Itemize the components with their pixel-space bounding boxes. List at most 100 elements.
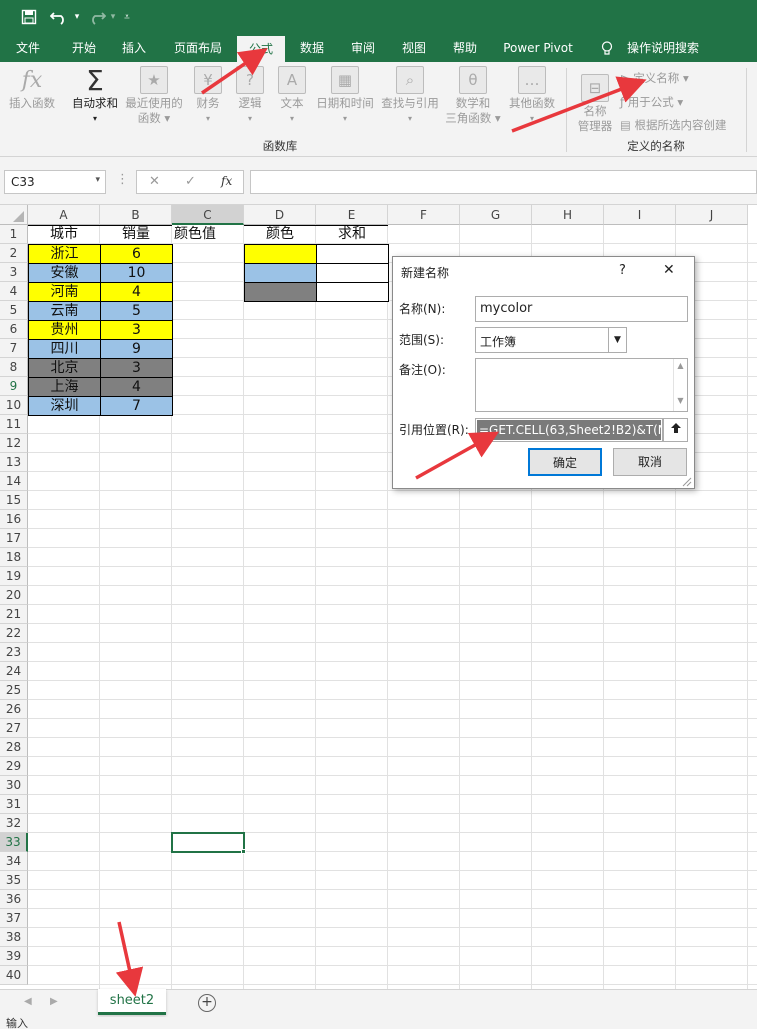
row-header-6[interactable]: 6: [0, 320, 28, 339]
row-header-40[interactable]: 40: [0, 966, 28, 985]
chevron-down-icon[interactable]: ▼: [608, 328, 626, 352]
cell-city[interactable]: 河南: [28, 282, 101, 302]
tab-formulas[interactable]: 公式: [237, 36, 285, 62]
row-header-13[interactable]: 13: [0, 453, 28, 472]
tab-insert[interactable]: 插入: [112, 34, 156, 62]
tab-power-pivot[interactable]: Power Pivot: [498, 34, 578, 62]
row-header-17[interactable]: 17: [0, 529, 28, 548]
cell-city[interactable]: 深圳: [28, 396, 101, 416]
cell-sales[interactable]: 9: [100, 339, 173, 359]
scroll-left-icon[interactable]: ◀: [24, 996, 32, 1007]
collapse-icon[interactable]: [663, 418, 688, 442]
other-functions-button[interactable]: … 其他函数 ▾: [504, 66, 560, 126]
cancel-button[interactable]: 取消: [613, 448, 687, 476]
row-header-19[interactable]: 19: [0, 567, 28, 586]
tab-review[interactable]: 审阅: [341, 34, 385, 62]
cell-sales[interactable]: 3: [100, 320, 173, 340]
row-header-39[interactable]: 39: [0, 947, 28, 966]
redo-icon[interactable]: [86, 6, 108, 28]
row-header-7[interactable]: 7: [0, 339, 28, 358]
column-header-h[interactable]: H: [532, 205, 604, 225]
recent-functions-button[interactable]: ★ 最近使用的 函数 ▾: [122, 66, 186, 126]
name-manager-button[interactable]: ⊟ 名称 管理器: [572, 66, 618, 134]
header-city[interactable]: 城市: [28, 225, 100, 244]
customize-icon[interactable]: ⩡: [120, 6, 134, 28]
header-color[interactable]: 颜色: [244, 225, 316, 244]
cell-city[interactable]: 贵州: [28, 320, 101, 340]
header-sales[interactable]: 销量: [100, 225, 172, 244]
create-from-selection-button[interactable]: ▤ 根据所选内容创建: [620, 117, 727, 133]
ref-input[interactable]: =GET.CELL(63,Sheet2!B2)&T(NC: [475, 418, 663, 442]
row-header-29[interactable]: 29: [0, 757, 28, 776]
financial-button[interactable]: ¥ 财务 ▾: [188, 66, 228, 126]
row-header-16[interactable]: 16: [0, 510, 28, 529]
chevron-down-icon[interactable]: ▾: [95, 175, 100, 185]
fill-handle[interactable]: [241, 849, 246, 854]
row-header-10[interactable]: 10: [0, 396, 28, 415]
cancel-icon[interactable]: ✕: [149, 174, 160, 189]
row-header-21[interactable]: 21: [0, 605, 28, 624]
row-header-32[interactable]: 32: [0, 814, 28, 833]
column-header-e[interactable]: E: [316, 205, 388, 225]
row-header-3[interactable]: 3: [0, 263, 28, 282]
column-header-c[interactable]: C: [172, 205, 244, 225]
cell-sales[interactable]: 10: [100, 263, 173, 283]
row-header-22[interactable]: 22: [0, 624, 28, 643]
tab-view[interactable]: 视图: [392, 34, 436, 62]
row-header-11[interactable]: 11: [0, 415, 28, 434]
column-header-d[interactable]: D: [244, 205, 316, 225]
column-header-g[interactable]: G: [460, 205, 532, 225]
row-header-35[interactable]: 35: [0, 871, 28, 890]
define-name-button[interactable]: ⊳ 定义名称 ▾: [620, 70, 689, 86]
cell-city[interactable]: 四川: [28, 339, 101, 359]
select-all-corner[interactable]: [0, 205, 28, 225]
text-button[interactable]: A 文本 ▾: [272, 66, 312, 126]
sheet-tab-sheet2[interactable]: sheet2: [98, 989, 166, 1015]
row-header-23[interactable]: 23: [0, 643, 28, 662]
row-header-4[interactable]: 4: [0, 282, 28, 301]
row-header-34[interactable]: 34: [0, 852, 28, 871]
row-header-30[interactable]: 30: [0, 776, 28, 795]
tell-me-search[interactable]: 操作说明搜索: [622, 34, 704, 62]
row-header-18[interactable]: 18: [0, 548, 28, 567]
header-sum[interactable]: 求和: [316, 225, 388, 244]
cell-sum[interactable]: [316, 263, 389, 283]
scroll-right-icon[interactable]: ▶: [50, 996, 58, 1007]
add-sheet-icon[interactable]: +: [198, 994, 216, 1012]
save-icon[interactable]: [18, 6, 40, 28]
autosum-button[interactable]: Σ 自动求和 ▾: [66, 66, 124, 126]
row-header-27[interactable]: 27: [0, 719, 28, 738]
cell-color-swatch[interactable]: [244, 244, 317, 264]
cell-sales[interactable]: 7: [100, 396, 173, 416]
row-header-26[interactable]: 26: [0, 700, 28, 719]
cell-sales[interactable]: 3: [100, 358, 173, 378]
row-header-1[interactable]: 1: [0, 225, 28, 244]
column-header-a[interactable]: A: [28, 205, 100, 225]
selected-cell[interactable]: [171, 832, 245, 853]
row-header-36[interactable]: 36: [0, 890, 28, 909]
row-header-31[interactable]: 31: [0, 795, 28, 814]
lookup-button[interactable]: ⌕ 查找与引用 ▾: [378, 66, 442, 126]
row-header-12[interactable]: 12: [0, 434, 28, 453]
cell-sales[interactable]: 5: [100, 301, 173, 321]
row-header-24[interactable]: 24: [0, 662, 28, 681]
insert-function-button[interactable]: fx 插入函数: [4, 66, 60, 111]
tab-page-layout[interactable]: 页面布局: [166, 34, 230, 62]
cell-sales[interactable]: 4: [100, 377, 173, 397]
row-header-14[interactable]: 14: [0, 472, 28, 491]
use-in-formula-button[interactable]: ƒ 用于公式 ▾: [620, 94, 683, 110]
name-input[interactable]: mycolor: [475, 296, 688, 322]
row-header-8[interactable]: 8: [0, 358, 28, 377]
row-header-5[interactable]: 5: [0, 301, 28, 320]
tab-home[interactable]: 开始: [60, 34, 108, 62]
undo-icon[interactable]: [48, 6, 70, 28]
cell-city[interactable]: 安徽: [28, 263, 101, 283]
enter-icon[interactable]: ✓: [185, 174, 196, 189]
row-header-28[interactable]: 28: [0, 738, 28, 757]
row-header-15[interactable]: 15: [0, 491, 28, 510]
cell-sales[interactable]: 4: [100, 282, 173, 302]
column-header-i[interactable]: I: [604, 205, 676, 225]
tab-help[interactable]: 帮助: [443, 34, 487, 62]
tab-data[interactable]: 数据: [291, 34, 333, 62]
cell-city[interactable]: 上海: [28, 377, 101, 397]
